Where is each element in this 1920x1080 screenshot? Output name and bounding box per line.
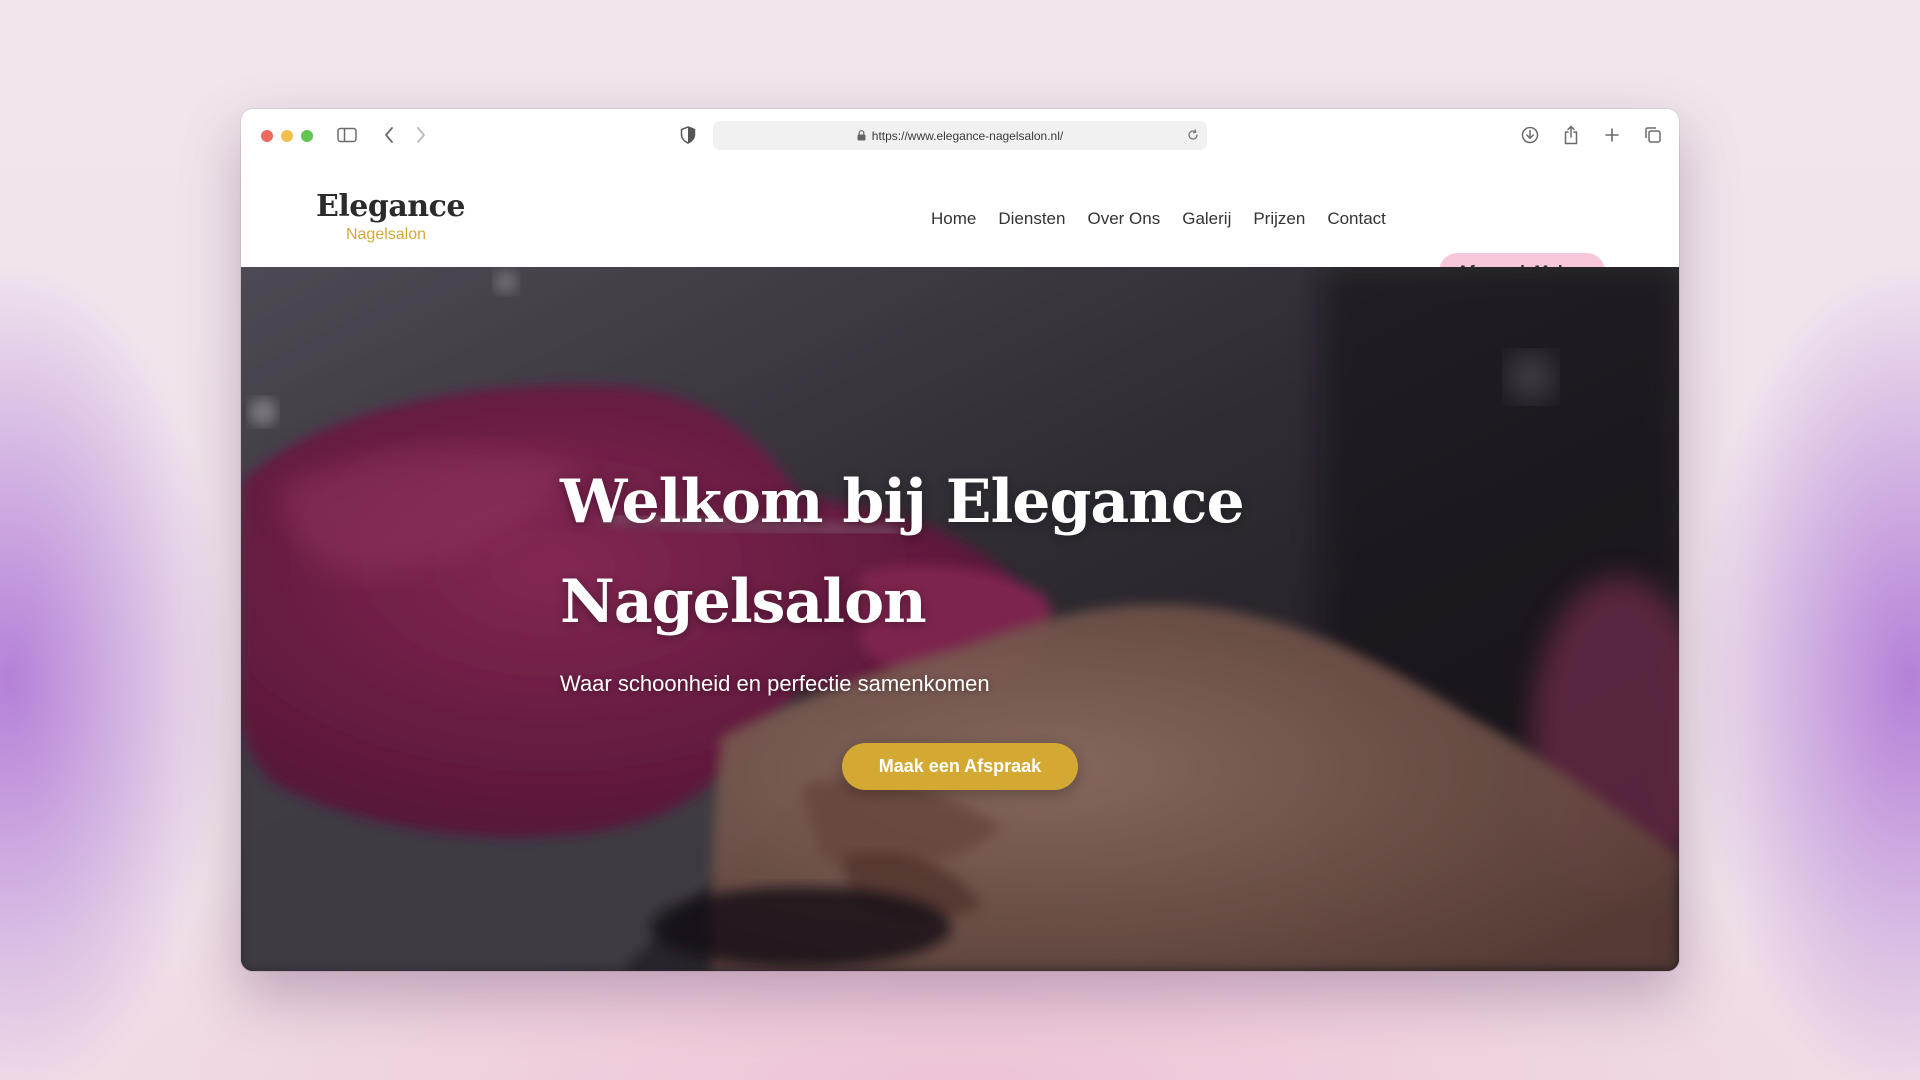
back-icon[interactable] — [377, 123, 401, 147]
logo-title: Elegance — [316, 189, 465, 224]
browser-window: https://www.elegance-nagelsalon.nl/ Eleg… — [241, 109, 1679, 971]
share-icon[interactable] — [1559, 123, 1583, 147]
address-bar[interactable]: https://www.elegance-nagelsalon.nl/ — [713, 121, 1207, 150]
nav-link-over-ons[interactable]: Over Ons — [1087, 209, 1160, 229]
maximize-window-button[interactable] — [301, 130, 313, 142]
nav-link-galerij[interactable]: Galerij — [1182, 209, 1231, 229]
url-text: https://www.elegance-nagelsalon.nl/ — [871, 128, 1064, 143]
lock-icon — [857, 130, 866, 141]
nav-link-contact[interactable]: Contact — [1327, 209, 1386, 229]
nav-link-prijzen[interactable]: Prijzen — [1253, 209, 1305, 229]
main-nav: Home Diensten Over Ons Galerij Prijzen C… — [931, 204, 1408, 234]
download-icon[interactable] — [1518, 123, 1542, 147]
nav-link-diensten[interactable]: Diensten — [998, 209, 1065, 229]
maak-een-afspraak-button[interactable]: Maak een Afspraak — [842, 743, 1078, 790]
close-window-button[interactable] — [261, 130, 273, 142]
privacy-shield-icon[interactable] — [676, 123, 700, 147]
hero-title: Welkom bij Elegance Nagelsalon — [560, 467, 1245, 637]
nav-link-home[interactable]: Home — [931, 209, 976, 229]
site-logo[interactable]: Elegance Nagelsalon — [316, 189, 465, 245]
logo-subtitle: Nagelsalon — [345, 226, 427, 243]
hero-section: Welkom bij Elegance Nagelsalon Waar scho… — [241, 267, 1679, 971]
tab-overview-icon[interactable] — [1641, 123, 1665, 147]
forward-icon[interactable] — [409, 123, 433, 147]
reload-icon[interactable] — [1185, 127, 1201, 143]
sidebar-icon[interactable] — [335, 123, 359, 147]
hero-subtitle: Waar schoonheid en perfectie samenkomen — [560, 671, 990, 696]
minimize-window-button[interactable] — [281, 130, 293, 142]
browser-toolbar: https://www.elegance-nagelsalon.nl/ — [241, 109, 1679, 161]
new-tab-icon[interactable] — [1600, 123, 1624, 147]
